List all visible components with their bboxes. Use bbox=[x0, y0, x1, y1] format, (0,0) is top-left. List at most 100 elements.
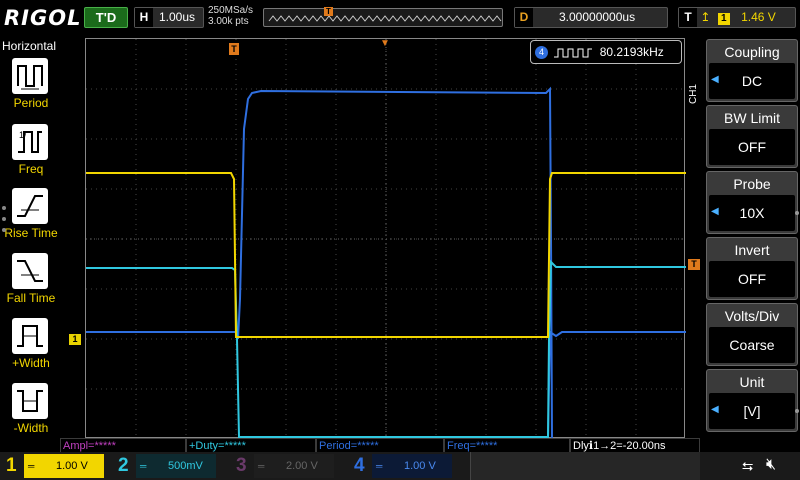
trigger-letter: T bbox=[679, 8, 697, 27]
volts-div-title: Volts/Div bbox=[724, 308, 780, 324]
waveform-display[interactable] bbox=[85, 38, 686, 439]
memory-position-bar[interactable]: T bbox=[263, 7, 503, 27]
menu-page-dot bbox=[795, 211, 799, 215]
horizontal-measure-panel: Horizontal Period 1/ Freq Rise Time Fall… bbox=[0, 36, 62, 450]
trigger-status-badge[interactable]: T'D bbox=[84, 7, 128, 28]
fall-time-icon bbox=[12, 253, 48, 289]
trigger-level-value: 1.46 V bbox=[741, 10, 776, 24]
positive-width-label: +Width bbox=[12, 356, 50, 370]
volts-div-value: Coarse bbox=[709, 327, 795, 363]
measurement-duty[interactable]: +Duty=***** bbox=[186, 438, 316, 453]
ch1-scale: 1.00 V bbox=[56, 460, 88, 472]
counter-value: 80.2193kHz bbox=[599, 45, 664, 59]
ch3-number: 3 bbox=[236, 455, 247, 476]
ch4-scale: 1.00 V bbox=[404, 460, 436, 472]
bw-limit-title: BW Limit bbox=[724, 110, 780, 126]
dc-coupling-icon: ═ bbox=[140, 461, 147, 471]
delay-letter: D bbox=[515, 8, 533, 27]
bw-limit-value: OFF bbox=[709, 129, 795, 165]
dc-coupling-icon: ═ bbox=[28, 461, 35, 471]
delay-value: 3.00000000us bbox=[559, 10, 636, 24]
ch2-number: 2 bbox=[118, 455, 129, 476]
ch4-number: 4 bbox=[354, 455, 365, 476]
svg-text:1/: 1/ bbox=[19, 130, 27, 140]
frequency-icon: 1/ bbox=[12, 124, 48, 160]
waveform-overview-icon bbox=[268, 15, 502, 22]
menu-probe[interactable]: Probe 10X ◀ bbox=[706, 171, 798, 234]
measurement-freq[interactable]: Freq=***** bbox=[444, 438, 570, 453]
period-icon bbox=[12, 58, 48, 94]
ch4-status[interactable]: 4 ═ 1.00 V bbox=[354, 454, 460, 478]
coupling-title: Coupling bbox=[724, 44, 780, 60]
negative-width-icon bbox=[12, 383, 48, 419]
menu-volts-div[interactable]: Volts/Div Coarse bbox=[706, 303, 798, 366]
unit-arrow-icon: ◀ bbox=[711, 404, 719, 415]
unit-title: Unit bbox=[739, 374, 765, 390]
measure-negative-width[interactable]: -Width bbox=[0, 383, 62, 445]
period-label: Period bbox=[13, 96, 49, 110]
top-status-bar: RIGOL T'D H 1.00us 250MSa/s 3.00k pts T D… bbox=[0, 0, 800, 36]
measure-rise-time[interactable]: Rise Time bbox=[0, 188, 62, 250]
rise-time-label: Rise Time bbox=[4, 226, 58, 240]
menu-coupling[interactable]: Coupling DC ◀ bbox=[706, 39, 798, 102]
frequency-counter: 4 80.2193kHz bbox=[530, 40, 682, 64]
trigger-position-marker: T bbox=[324, 7, 333, 16]
measurement-period[interactable]: Period=***** bbox=[316, 438, 444, 453]
timebase-value: 1.00us bbox=[159, 10, 196, 24]
acquisition-info: 250MSa/s 3.00k pts bbox=[208, 5, 253, 27]
measure-freq[interactable]: 1/ Freq bbox=[0, 124, 62, 186]
negative-width-label: -Width bbox=[13, 421, 49, 435]
ch4-scale-box: ═ 1.00 V bbox=[372, 454, 452, 478]
measure-fall-time[interactable]: Fall Time bbox=[0, 253, 62, 315]
menu-bw-limit[interactable]: BW Limit OFF bbox=[706, 105, 798, 168]
menu-channel-tag: CH1 bbox=[688, 84, 699, 105]
square-wave-icon bbox=[554, 48, 593, 58]
ch1-scale-box: ═ 1.00 V bbox=[24, 454, 104, 478]
fall-time-label: Fall Time bbox=[6, 291, 56, 305]
graticule bbox=[86, 39, 686, 439]
positive-width-icon bbox=[12, 318, 48, 354]
brand-logo: RIGOL bbox=[4, 6, 82, 30]
trigger-source: 1 bbox=[717, 13, 730, 25]
ch2-status[interactable]: 2 ═ 500mV bbox=[118, 454, 224, 478]
invert-title: Invert bbox=[734, 242, 770, 258]
timebase-box[interactable]: H 1.00us bbox=[134, 7, 204, 28]
invert-value: OFF bbox=[709, 261, 795, 297]
center-time-marker: ▼ bbox=[380, 38, 390, 49]
channel-status-bar: 1 ═ 1.00 V 2 ═ 500mV 3 ═ 2.00 V 4 ═ 1.00… bbox=[0, 452, 800, 480]
probe-value: 10X bbox=[709, 195, 795, 231]
menu-unit[interactable]: Unit [V] ◀ bbox=[706, 369, 798, 432]
measurement-delay[interactable]: Dlyℹ1→2=-20.00ns bbox=[570, 438, 700, 453]
ch1-status[interactable]: 1 ═ 1.00 V bbox=[6, 454, 112, 478]
rising-edge-icon: ↥ bbox=[700, 10, 711, 24]
measure-period[interactable]: Period bbox=[0, 58, 62, 120]
menu-invert[interactable]: Invert OFF bbox=[706, 237, 798, 300]
trigger-time-marker[interactable]: T bbox=[229, 43, 239, 55]
coupling-value: DC bbox=[709, 63, 795, 99]
ch3-scale: 2.00 V bbox=[286, 460, 318, 472]
speaker-muted-icon[interactable]: 🔇︎ bbox=[766, 456, 776, 474]
ch1-number: 1 bbox=[6, 455, 17, 476]
dc-coupling-icon: ═ bbox=[376, 461, 383, 471]
counter-channel-badge: 4 bbox=[535, 46, 548, 60]
measure-positive-width[interactable]: +Width bbox=[0, 318, 62, 380]
unit-value: [V] bbox=[709, 393, 795, 429]
channel-menu: CH1 Coupling DC ◀ BW Limit OFF Probe 10X… bbox=[688, 36, 800, 450]
measurement-ampl[interactable]: Ampl=***** bbox=[60, 438, 186, 453]
usb-icon: ⮀ bbox=[742, 458, 754, 474]
horizontal-letter: H bbox=[135, 8, 153, 27]
measurement-bar: Ampl=***** +Duty=***** Period=***** Freq… bbox=[60, 438, 700, 453]
ch1-offset-marker[interactable]: 1 bbox=[69, 334, 81, 345]
freq-label: Freq bbox=[18, 162, 44, 176]
trigger-box[interactable]: T ↥ 1 1.46 V bbox=[678, 7, 796, 28]
sample-rate: 250MSa/s bbox=[208, 5, 254, 16]
panel-page-dots bbox=[2, 206, 6, 239]
status-filler bbox=[470, 452, 700, 480]
ch3-status[interactable]: 3 ═ 2.00 V bbox=[236, 454, 342, 478]
menu-page-dot bbox=[795, 409, 799, 413]
panel-title: Horizontal bbox=[2, 39, 57, 53]
memory-depth: 3.00k pts bbox=[208, 16, 249, 27]
delay-box[interactable]: D 3.00000000us bbox=[514, 7, 668, 28]
dc-coupling-icon: ═ bbox=[258, 461, 265, 471]
ch2-scale-box: ═ 500mV bbox=[136, 454, 216, 478]
